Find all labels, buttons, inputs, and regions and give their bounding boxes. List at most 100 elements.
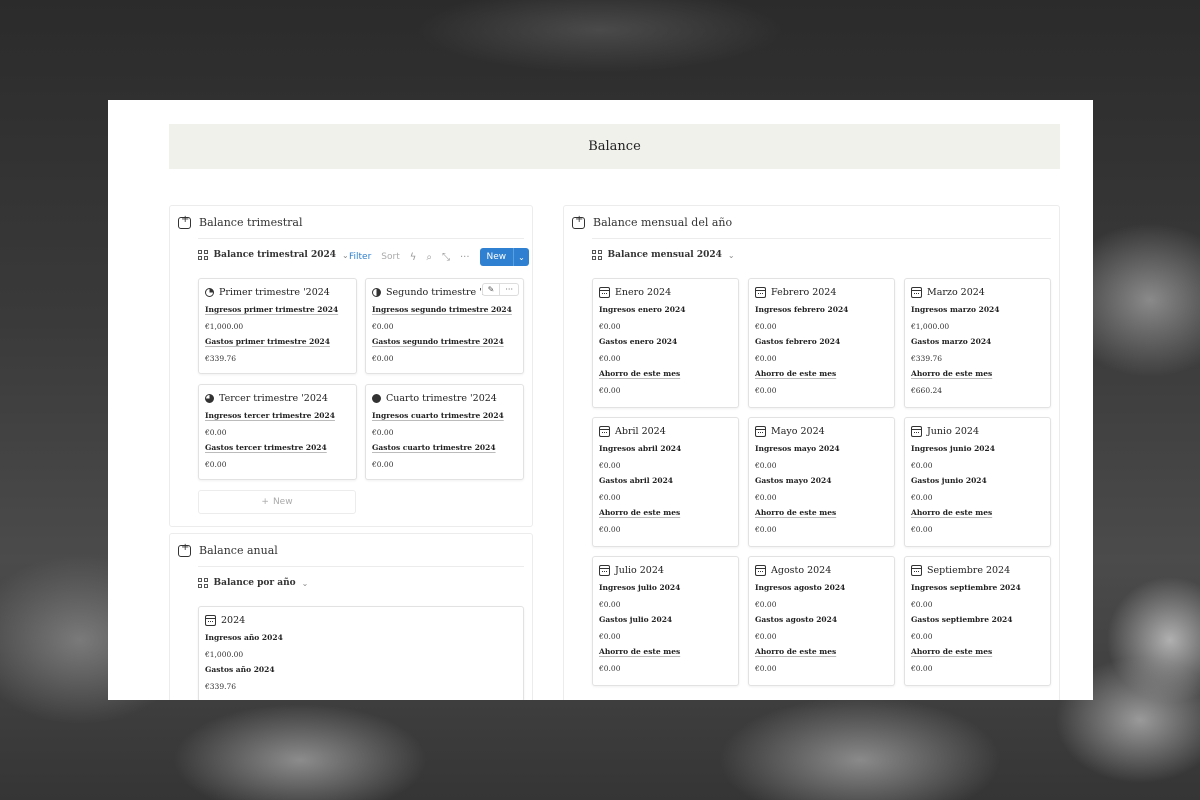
expense-label[interactable]: Gastos segundo trimestre 2024 (372, 337, 517, 346)
income-label[interactable]: Ingresos agosto 2024 (755, 583, 888, 592)
income-label[interactable]: Ingresos año 2024 (205, 633, 517, 642)
edit-icon[interactable]: ✎ (483, 284, 500, 295)
savings-label[interactable]: Ahorro de este mes (599, 369, 732, 378)
sort-button[interactable]: Sort (381, 252, 399, 262)
card-month-junio[interactable]: Junio 2024 Ingresos junio 2024 €0.00 Gas… (904, 417, 1051, 547)
expense-value: €0.00 (755, 632, 777, 641)
card-title: Primer trimestre '2024 (219, 286, 330, 298)
card-month-septiembre[interactable]: Septiembre 2024 Ingresos septiembre 2024… (904, 556, 1051, 686)
card-month-abril[interactable]: Abril 2024 Ingresos abril 2024 €0.00 Gas… (592, 417, 739, 547)
card-month-julio[interactable]: Julio 2024 Ingresos julio 2024 €0.00 Gas… (592, 556, 739, 686)
savings-value: €0.00 (755, 386, 777, 395)
view-name: Balance trimestral 2024 (213, 250, 337, 260)
income-value: €0.00 (372, 428, 394, 437)
card-month-marzo[interactable]: Marzo 2024 Ingresos marzo 2024 €1,000.00… (904, 278, 1051, 408)
income-value: €0.00 (911, 461, 933, 470)
panel-balance-anual: Balance anual Balance por año ⌄ 2024 Ing… (169, 533, 533, 700)
card-title: Julio 2024 (615, 564, 664, 576)
expense-value: €0.00 (599, 493, 621, 502)
expense-label[interactable]: Gastos junio 2024 (911, 476, 1044, 485)
income-label[interactable]: Ingresos junio 2024 (911, 444, 1044, 453)
callout-plus-icon (178, 214, 191, 229)
income-label[interactable]: Ingresos enero 2024 (599, 305, 732, 314)
income-label[interactable]: Ingresos septiembre 2024 (911, 583, 1044, 592)
filter-button[interactable]: Filter (349, 252, 371, 262)
card-month-enero[interactable]: Enero 2024 Ingresos enero 2024 €0.00 Gas… (592, 278, 739, 408)
savings-label[interactable]: Ahorro de este mes (599, 508, 732, 517)
income-label[interactable]: Ingresos julio 2024 (599, 583, 732, 592)
income-label[interactable]: Ingresos mayo 2024 (755, 444, 888, 453)
expense-label[interactable]: Gastos tercer trimestre 2024 (205, 443, 350, 452)
savings-label[interactable]: Ahorro de este mes (911, 369, 1044, 378)
expense-label[interactable]: Gastos febrero 2024 (755, 337, 888, 346)
card-month-agosto[interactable]: Agosto 2024 Ingresos agosto 2024 €0.00 G… (748, 556, 895, 686)
income-value: €0.00 (755, 600, 777, 609)
income-label[interactable]: Ingresos febrero 2024 (755, 305, 888, 314)
savings-label[interactable]: Ahorro de este mes (755, 647, 888, 656)
expense-label[interactable]: Gastos marzo 2024 (911, 337, 1044, 346)
income-label[interactable]: Ingresos cuarto trimestre 2024 (372, 411, 517, 420)
expense-label[interactable]: Gastos agosto 2024 (755, 615, 888, 624)
income-label[interactable]: Ingresos tercer trimestre 2024 (205, 411, 350, 420)
card-q1[interactable]: Primer trimestre '2024 Ingresos primer t… (198, 278, 357, 374)
lightning-icon[interactable]: ϟ (410, 252, 417, 263)
more-icon[interactable]: ··· (460, 252, 470, 263)
income-label[interactable]: Ingresos primer trimestre 2024 (205, 305, 350, 314)
savings-label[interactable]: Ahorro de este mes (911, 508, 1044, 517)
expense-label[interactable]: Gastos mayo 2024 (755, 476, 888, 485)
expense-label[interactable]: Gastos septiembre 2024 (911, 615, 1044, 624)
expense-label[interactable]: Gastos primer trimestre 2024 (205, 337, 350, 346)
calendar-icon (911, 425, 922, 437)
card-month-mayo[interactable]: Mayo 2024 Ingresos mayo 2024 €0.00 Gasto… (748, 417, 895, 547)
more-icon[interactable]: ··· (499, 284, 518, 295)
expense-value: €0.00 (599, 632, 621, 641)
savings-label[interactable]: Ahorro de este mes (755, 369, 888, 378)
chevron-down-icon: ⌄ (727, 250, 735, 260)
card-q4[interactable]: Cuarto trimestre '2024 Ingresos cuarto t… (365, 384, 524, 480)
income-value: €0.00 (205, 428, 227, 437)
calendar-icon (599, 564, 610, 576)
panel-heading: Balance mensual del año (572, 214, 733, 229)
panel-heading: Balance anual (178, 542, 278, 557)
card-title: Junio 2024 (927, 425, 979, 437)
chevron-down-icon[interactable]: ⌄ (513, 248, 529, 266)
card-title: Mayo 2024 (771, 425, 825, 437)
view-selector[interactable]: Balance mensual 2024 ⌄ (592, 250, 735, 260)
new-button[interactable]: New ⌄ (479, 248, 529, 266)
expense-label[interactable]: Gastos año 2024 (205, 665, 517, 674)
add-new-card-button[interactable]: + New (198, 490, 356, 514)
plus-icon: + (261, 497, 269, 507)
income-label[interactable]: Ingresos abril 2024 (599, 444, 732, 453)
card-title: Tercer trimestre '2024 (219, 392, 328, 404)
card-month-febrero[interactable]: Febrero 2024 Ingresos febrero 2024 €0.00… (748, 278, 895, 408)
quarter-pie-icon (205, 393, 214, 403)
quarter-pie-icon (372, 393, 381, 403)
card-q2[interactable]: Segundo trimestre '2024 Ingresos segundo… (365, 278, 524, 374)
calendar-icon (205, 614, 216, 626)
view-selector[interactable]: Balance trimestral 2024 ⌄ (198, 250, 349, 260)
savings-value: €0.00 (599, 664, 621, 673)
card-title: Abril 2024 (615, 425, 666, 437)
expense-label[interactable]: Gastos julio 2024 (599, 615, 732, 624)
calendar-icon (911, 286, 922, 298)
income-label[interactable]: Ingresos segundo trimestre 2024 (372, 305, 517, 314)
card-title: Enero 2024 (615, 286, 672, 298)
search-icon[interactable]: ⌕ (426, 252, 432, 263)
card-title: Cuarto trimestre '2024 (386, 392, 497, 404)
card-year-2024[interactable]: 2024 Ingresos año 2024 €1,000.00 Gastos … (198, 606, 524, 700)
income-label[interactable]: Ingresos marzo 2024 (911, 305, 1044, 314)
chevron-down-icon: ⌄ (301, 578, 309, 588)
expand-icon[interactable]: ⤡ (442, 252, 450, 263)
expense-label[interactable]: Gastos enero 2024 (599, 337, 732, 346)
expense-label[interactable]: Gastos cuarto trimestre 2024 (372, 443, 517, 452)
expense-label[interactable]: Gastos abril 2024 (599, 476, 732, 485)
income-value: €0.00 (755, 322, 777, 331)
savings-label[interactable]: Ahorro de este mes (911, 647, 1044, 656)
heading-text: Balance anual (199, 544, 278, 557)
savings-label[interactable]: Ahorro de este mes (755, 508, 888, 517)
savings-label[interactable]: Ahorro de este mes (599, 647, 732, 656)
view-selector[interactable]: Balance por año ⌄ (198, 578, 308, 588)
heading-text: Balance mensual del año (593, 216, 733, 229)
income-value: €0.00 (599, 322, 621, 331)
card-q3[interactable]: Tercer trimestre '2024 Ingresos tercer t… (198, 384, 357, 480)
